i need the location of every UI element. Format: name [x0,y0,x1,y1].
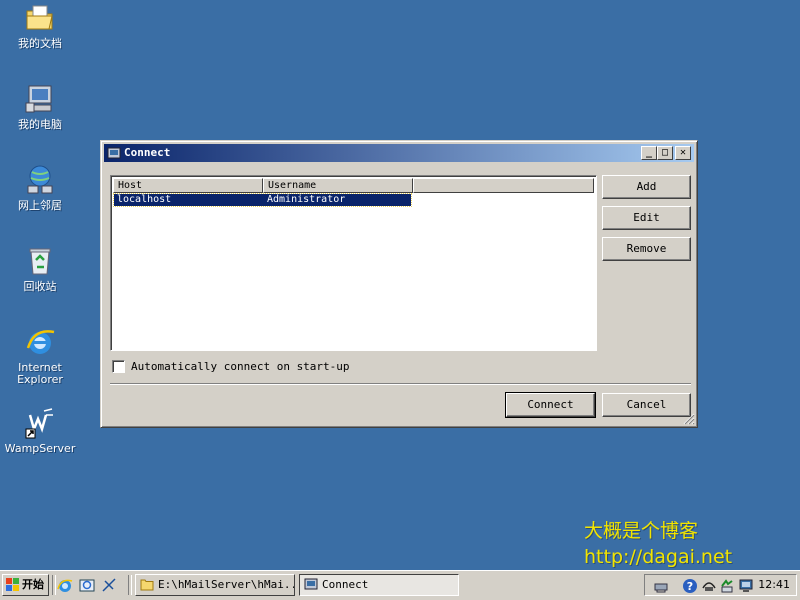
desktop-icon-label: 我的文档 [18,37,62,50]
connection-list[interactable]: Host Username localhost Administrator [110,175,597,351]
desktop-icon-my-computer[interactable]: 我的电脑 [0,83,80,131]
network-icon[interactable] [653,578,669,594]
my-computer-icon [24,83,56,115]
column-header-empty [413,178,594,193]
list-row[interactable]: localhost Administrator [113,193,412,207]
folder-icon [140,578,154,591]
cancel-button[interactable]: Cancel [602,393,691,417]
connect-dialog: Connect _ □ ✕ Host Username localhost Ad… [100,140,698,428]
desktop-icon-label: 我的电脑 [18,118,62,131]
watermark-line2: http://dagai.net [584,546,733,568]
outlook-express-icon[interactable] [79,577,97,595]
list-header: Host Username [113,178,594,193]
my-documents-icon [24,2,56,34]
auto-connect-checkbox[interactable] [112,360,125,373]
separator [110,383,691,385]
taskbar: 开始 E:\hMailServer\hMai... Connect ? 12:4… [0,570,800,600]
show-desktop-icon[interactable] [101,577,119,595]
close-button[interactable]: ✕ [675,146,691,160]
sync-icon[interactable] [719,578,735,594]
desktop-icon-label: 网上邻居 [18,199,62,212]
desktop-icon-label-line2: Explorer [17,373,63,386]
desktop-icon-internet-explorer[interactable]: Internet Explorer [0,326,80,386]
column-header-host[interactable]: Host [113,178,263,193]
resize-grip-icon[interactable] [683,413,695,425]
desktop-icon-label: 回收站 [23,280,57,293]
wampserver-icon [24,407,56,439]
internet-explorer-icon[interactable] [57,577,75,595]
windows-logo-icon [6,578,20,592]
network-places-icon [24,164,56,196]
maximize-button[interactable]: □ [657,146,673,160]
system-tray: ? 12:41 [644,574,797,596]
title-bar[interactable]: Connect _ □ ✕ [104,144,694,162]
svg-text:?: ? [687,580,693,593]
desktop-icon-wampserver[interactable]: WampServer [0,407,80,455]
minimize-button[interactable]: _ [641,146,657,160]
help-icon[interactable]: ? [682,578,698,594]
recycle-bin-icon [24,245,56,277]
clock[interactable]: 12:41 [758,575,790,595]
cell-username: Administrator [267,194,346,205]
desktop-icon-my-documents[interactable]: 我的文档 [0,2,80,50]
start-label: 开始 [22,578,44,591]
auto-connect-label[interactable]: Automatically connect on start-up [131,360,350,374]
add-button[interactable]: Add [602,175,691,199]
volume-icon[interactable] [701,578,717,594]
connect-button[interactable]: Connect [505,392,596,418]
desktop-icon-recycle-bin[interactable]: 回收站 [0,245,80,293]
edit-button[interactable]: Edit [602,206,691,230]
taskbar-button-label: E:\hMailServer\hMai... [158,578,295,591]
taskbar-button-explorer[interactable]: E:\hMailServer\hMai... [135,574,295,596]
desktop-icon-network[interactable]: 网上邻居 [0,164,80,212]
window-title: Connect [124,146,171,159]
desktop: 我的文档 我的电脑 网上邻居 回收站 Internet Explorer Wam… [0,0,800,570]
monitor-icon[interactable] [738,578,754,594]
cell-host: localhost [117,194,172,205]
app-icon [304,578,318,591]
watermark-line1: 大概是个博客 [584,520,699,542]
quick-launch-separator [52,575,56,595]
remove-button[interactable]: Remove [602,237,691,261]
column-header-username[interactable]: Username [263,178,413,193]
taskbar-button-label: Connect [322,578,369,591]
taskbar-button-connect[interactable]: Connect [299,574,459,596]
watermark: 大概是个博客 http://dagai.net [584,518,732,570]
quick-launch-separator [128,575,132,595]
desktop-icon-label: WampServer [4,442,76,455]
internet-explorer-icon [24,326,56,358]
app-icon [107,146,121,160]
start-button[interactable]: 开始 [2,574,49,596]
